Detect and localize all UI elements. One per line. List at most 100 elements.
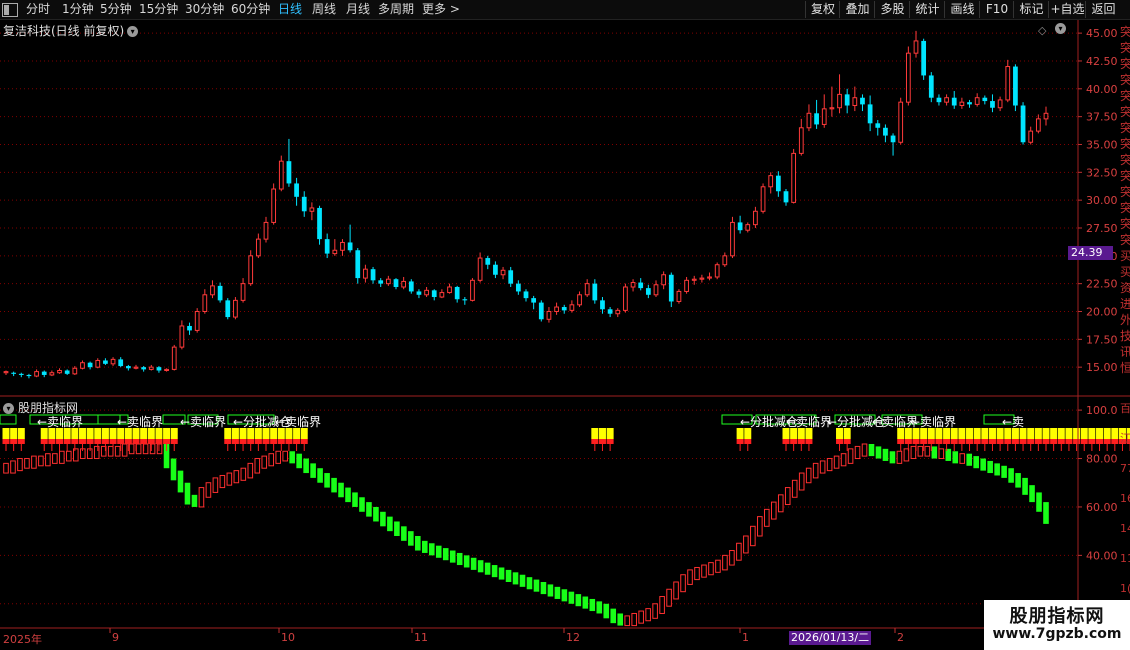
candle xyxy=(447,283,452,294)
candle xyxy=(133,364,139,370)
price-tick-label: 42.50 xyxy=(1086,55,1118,68)
candle-body xyxy=(844,94,850,106)
candle xyxy=(645,284,651,299)
candle-body xyxy=(577,294,582,306)
signal-marker xyxy=(598,439,606,444)
candle xyxy=(1043,106,1049,126)
candle-body xyxy=(148,366,154,370)
candle xyxy=(997,96,1003,112)
indicator-bar xyxy=(498,567,505,580)
signal-marker xyxy=(132,428,140,439)
indicator-side-char: 11 xyxy=(1120,552,1130,565)
candle-body xyxy=(103,360,108,364)
indicator-bar xyxy=(345,487,351,503)
indicator-bar xyxy=(52,453,58,464)
signal-marker xyxy=(2,439,10,444)
chevron-down-icon[interactable]: ▾ xyxy=(3,403,14,414)
candle-body xyxy=(41,371,47,375)
indicator-side-char: 77 xyxy=(1120,462,1130,475)
side-char: 突 xyxy=(1120,120,1130,135)
candle xyxy=(187,322,192,335)
candle-body xyxy=(837,93,842,109)
indicator-bar xyxy=(554,586,561,599)
indicator-bar xyxy=(910,445,917,460)
candle-body xyxy=(248,255,254,285)
candle xyxy=(737,215,743,234)
candle xyxy=(370,266,376,284)
candle xyxy=(951,91,957,109)
candle-body xyxy=(210,285,215,296)
indicator-bar xyxy=(275,450,282,464)
candle xyxy=(26,373,32,379)
candle-body xyxy=(661,274,667,286)
main-chart[interactable]: ←卖临界 ←卖临界 ←卖临界 ←分批减仓←卖临界 ←分批减仓←卖临界←分批减仓←卖临界←… xyxy=(0,0,1130,650)
candle xyxy=(974,93,980,107)
signal-marker xyxy=(224,439,232,444)
indicator-bar xyxy=(198,487,205,508)
candle xyxy=(661,271,667,290)
signal-marker xyxy=(78,439,86,444)
current-price-tag: 24.39 xyxy=(1068,246,1113,260)
candle xyxy=(202,289,208,314)
signal-marker xyxy=(744,439,752,444)
indicator-bar xyxy=(519,574,526,587)
candle-body xyxy=(760,186,766,212)
indicator-bar xyxy=(1022,477,1028,495)
candle-body xyxy=(18,373,24,375)
signal-marker xyxy=(973,439,981,444)
indicator-bar xyxy=(617,613,624,626)
indicator-bar xyxy=(736,542,742,561)
signal-marker xyxy=(254,428,262,439)
side-char: 突 xyxy=(1120,88,1130,103)
signal-marker xyxy=(1057,428,1065,439)
signal-marker xyxy=(1103,439,1111,444)
candle-body xyxy=(600,300,605,310)
candle-body xyxy=(753,210,758,226)
candle xyxy=(233,297,238,320)
signal-marker xyxy=(1050,439,1058,444)
signal-marker xyxy=(966,428,974,439)
candle-body xyxy=(462,299,468,301)
candle-body xyxy=(500,269,506,276)
indicator-bar xyxy=(1043,502,1049,524)
signal-marker xyxy=(239,428,247,439)
chevron-down-icon[interactable]: ▾ xyxy=(1055,23,1066,34)
candle xyxy=(454,285,460,303)
side-char: 突 xyxy=(1120,232,1130,247)
signal-marker xyxy=(1111,439,1119,444)
candle xyxy=(883,124,888,143)
candle xyxy=(959,97,965,109)
signal-marker xyxy=(1050,428,1058,439)
candle xyxy=(240,278,246,303)
signal-marker xyxy=(958,439,966,444)
signal-marker xyxy=(805,428,813,439)
candle xyxy=(569,300,575,313)
signal-marker xyxy=(63,428,71,439)
candle-body xyxy=(546,310,552,320)
signal-marker xyxy=(293,428,301,439)
signal-marker xyxy=(966,439,974,444)
candle-body xyxy=(49,372,55,376)
candle-body xyxy=(607,309,613,314)
indicator-title[interactable]: ▾ 股朋指标网 xyxy=(3,399,78,416)
candle-body xyxy=(852,97,858,107)
indicator-bar xyxy=(24,458,30,469)
price-tick-label: 22.50 xyxy=(1086,278,1118,291)
xaxis-label: 1 xyxy=(742,631,749,644)
indicator-bar xyxy=(484,562,491,575)
candle xyxy=(393,278,399,290)
signal-marker xyxy=(277,439,285,444)
side-char: 突 xyxy=(1120,184,1130,199)
candle xyxy=(1020,102,1026,145)
diamond-icon[interactable]: ◇ xyxy=(1038,24,1046,37)
signal-marker xyxy=(736,428,744,439)
stock-title[interactable]: 复洁科技(日线 前复权) ▾ xyxy=(3,22,139,39)
signal-marker xyxy=(897,428,905,439)
chevron-down-icon[interactable]: ▾ xyxy=(127,26,139,37)
candle xyxy=(493,261,498,279)
indicator-bar xyxy=(994,463,1000,476)
signal-marker xyxy=(224,428,232,439)
candle-body xyxy=(814,113,819,125)
candle xyxy=(103,358,108,365)
candle-body xyxy=(1028,130,1034,143)
